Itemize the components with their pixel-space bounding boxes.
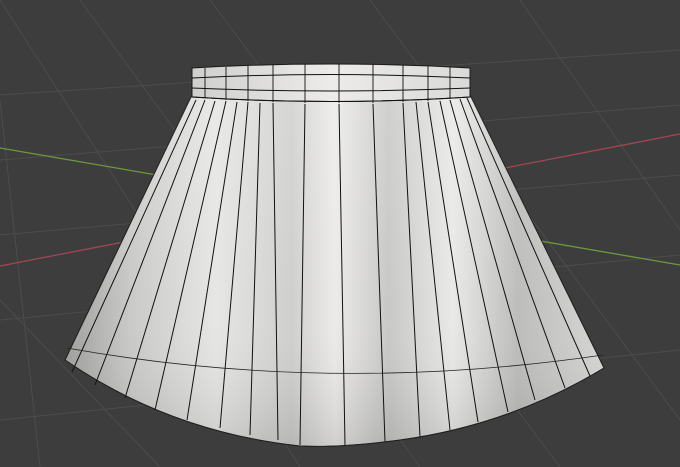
skirt-mesh[interactable] [64, 63, 605, 447]
3d-viewport[interactable] [0, 0, 680, 467]
viewport-canvas[interactable] [0, 0, 680, 467]
